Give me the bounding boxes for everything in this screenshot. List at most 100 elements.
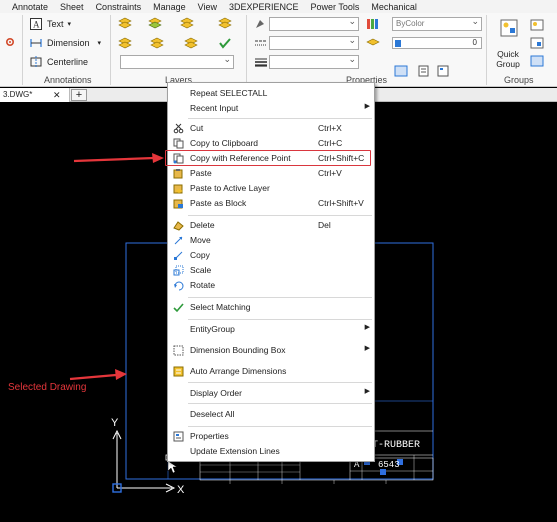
rotate-icon — [174, 281, 184, 291]
layer-off-icon[interactable] — [118, 37, 132, 49]
linetype-icon[interactable] — [254, 37, 268, 49]
dimension-button-label: Dimension — [47, 38, 90, 48]
context-menu-item-label: Copy to Clipboard — [190, 138, 259, 148]
menu-separator — [188, 403, 372, 404]
context-menu-item-recent-input[interactable]: Recent Input ▶ — [168, 101, 374, 116]
list-icon[interactable] — [416, 65, 430, 77]
menu-annotate[interactable]: Annotate — [12, 2, 48, 12]
context-menu-item-label: Update Extension Lines — [190, 446, 280, 456]
linetype-dropdown[interactable] — [269, 34, 359, 50]
context-menu-item-label: Recent Input — [190, 103, 239, 113]
chevron-right-icon: ▶ — [364, 324, 370, 331]
context-menu-item-label: Dimension Bounding Box — [190, 345, 286, 355]
close-icon[interactable]: ✕ — [53, 88, 61, 102]
properties-panel-icon[interactable] — [436, 65, 450, 77]
group-icon[interactable] — [500, 19, 518, 37]
ucs-icon — [112, 429, 176, 493]
context-menu-item-copy-to-clipboard[interactable]: Copy to Clipboard Ctrl+C — [168, 136, 374, 151]
layer-previous-icon[interactable] — [184, 37, 198, 49]
context-menu-item-label: Scale — [190, 265, 212, 275]
ribbon-separator — [486, 15, 487, 85]
ucs-y-label: Y — [111, 417, 119, 429]
chevron-right-icon: ▶ — [364, 103, 370, 110]
layer-walk-icon[interactable] — [150, 37, 164, 49]
ribbon-separator — [22, 15, 23, 85]
context-menu-item-label: Select Matching — [190, 302, 251, 312]
lineweight-icon[interactable] — [254, 56, 268, 68]
context-menu-item-label: Move — [190, 235, 211, 245]
ungroup-icon[interactable] — [530, 37, 544, 49]
scale-icon — [173, 265, 184, 276]
context-menu-item-update-extension-lines[interactable]: Update Extension Lines — [168, 444, 374, 459]
dimension-icon — [30, 39, 42, 47]
color-dropdown[interactable] — [269, 15, 359, 31]
context-menu-item-select-matching[interactable]: Select Matching — [168, 300, 374, 315]
quick-group-label[interactable]: Quick Group — [493, 49, 523, 69]
layer-freeze-icon[interactable] — [218, 17, 232, 29]
layer-isolate-icon[interactable] — [180, 17, 194, 29]
match-properties-icon[interactable] — [254, 18, 268, 30]
paste-icon — [173, 169, 183, 179]
text-button[interactable]: A Text ▾ — [30, 18, 71, 30]
groups-panel-label: Groups — [504, 75, 534, 85]
svg-text:A: A — [33, 20, 40, 30]
chevron-right-icon: ▶ — [364, 388, 370, 395]
transparency-slider[interactable]: 0 — [392, 37, 482, 49]
context-menu-item-paste[interactable]: Paste Ctrl+V — [168, 166, 374, 181]
layer-color-icon[interactable] — [366, 37, 380, 49]
dimension-button[interactable]: Dimension ▾ — [30, 37, 101, 49]
context-menu-item-properties[interactable]: Properties — [168, 429, 374, 444]
checkmark-icon[interactable] — [218, 37, 232, 49]
layer-state-icon[interactable] — [148, 17, 162, 29]
menu-manage[interactable]: Manage — [153, 2, 186, 12]
context-menu-item-cut[interactable]: Cut Ctrl+X — [168, 121, 374, 136]
context-menu-item-move[interactable]: Move — [168, 233, 374, 248]
layer-dropdown[interactable] — [120, 53, 234, 69]
menu-separator — [188, 426, 372, 427]
context-menu-item-paste-to-active-layer[interactable]: Paste to Active Layer — [168, 181, 374, 196]
menu-separator — [188, 297, 372, 298]
group-edit-icon[interactable] — [530, 19, 544, 31]
context-menu-item-paste-as-block[interactable]: Paste as Block Ctrl+Shift+V — [168, 196, 374, 211]
gear-icon[interactable] — [3, 36, 17, 48]
layer-properties-icon[interactable] — [118, 17, 132, 29]
menu-power-tools[interactable]: Power Tools — [311, 2, 360, 12]
centerline-icon — [30, 56, 42, 68]
arrow-to-menu-item — [73, 153, 164, 163]
color-by-value: ByColor — [396, 19, 425, 28]
color-by-dropdown[interactable]: ByColor — [392, 15, 482, 31]
menu-mechanical[interactable]: Mechanical — [371, 2, 417, 12]
menu-separator — [188, 215, 372, 216]
group-select-icon[interactable] — [530, 55, 544, 67]
new-tab-button[interactable]: + — [71, 89, 87, 101]
highlight-box — [165, 150, 371, 166]
menu-bar: Annotate Sheet Constraints Manage View 3… — [0, 0, 557, 13]
context-menu-item-auto-arrange-dimensions[interactable]: Auto Arrange Dimensions — [168, 364, 374, 379]
quick-properties-icon[interactable] — [394, 65, 408, 77]
menu-sheet[interactable]: Sheet — [60, 2, 84, 12]
slider-thumb[interactable] — [395, 40, 401, 47]
centerline-button-label: Centerline — [47, 57, 89, 67]
context-menu-item-label: Auto Arrange Dimensions — [190, 366, 287, 376]
context-menu: Repeat SELECTALL Recent Input ▶ Cut Ctrl+X Co… — [167, 82, 375, 462]
centerline-button[interactable]: Centerline — [30, 56, 88, 68]
context-menu-item-dimension-bounding-box[interactable]: Dimension Bounding Box ▶ — [168, 343, 374, 358]
context-menu-item-copy[interactable]: Copy — [168, 248, 374, 263]
context-menu-item-entitygroup[interactable]: EntityGroup ▶ — [168, 322, 374, 337]
context-menu-item-repeat-selectall[interactable]: Repeat SELECTALL — [168, 86, 374, 101]
context-menu-item-scale[interactable]: Scale — [168, 263, 374, 278]
menu-constraints[interactable]: Constraints — [96, 2, 142, 12]
context-menu-item-shortcut: Ctrl+C — [318, 138, 343, 148]
context-menu-item-display-order[interactable]: Display Order ▶ — [168, 386, 374, 401]
context-menu-item-label: Paste — [190, 168, 212, 178]
menu-separator — [188, 118, 372, 119]
lineweight-dropdown[interactable] — [269, 53, 359, 69]
border-ticks — [229, 480, 387, 484]
menu-3dexperience[interactable]: 3DEXPERIENCE — [229, 2, 299, 12]
context-menu-item-deselect-all[interactable]: Deselect All — [168, 407, 374, 422]
menu-view[interactable]: View — [198, 2, 217, 12]
context-menu-item-delete[interactable]: Delete Del — [168, 218, 374, 233]
context-menu-item-rotate[interactable]: Rotate — [168, 278, 374, 293]
context-menu-item-shortcut: Ctrl+X — [318, 123, 342, 133]
color-bars-icon[interactable] — [366, 18, 380, 30]
